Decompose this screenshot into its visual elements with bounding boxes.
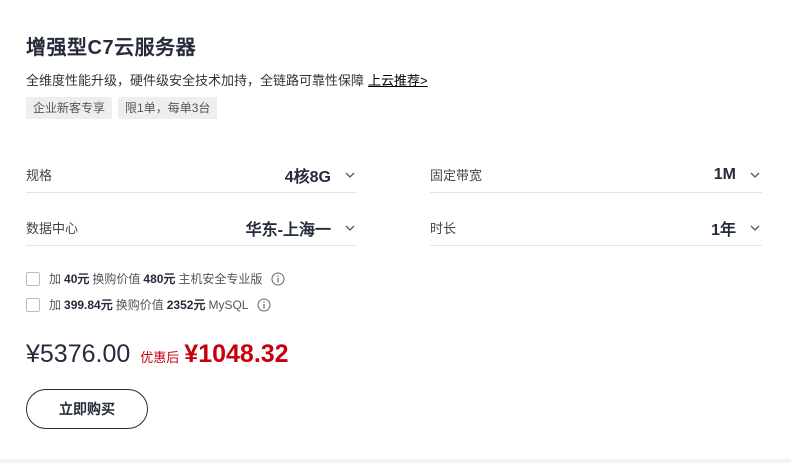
addon-mysql: 加 399.84元 换购价值 2352元 MySQL: [26, 296, 271, 313]
addon-mid: 换购价值: [92, 272, 141, 286]
product-subtitle: 全维度性能升级，硬件级安全技术加持，全链路可靠性保障 上云推荐>: [26, 70, 428, 89]
tag-list: 企业新客专享 限1单，每单3台: [26, 97, 218, 119]
cloud-recommend-link[interactable]: 上云推荐>: [368, 73, 428, 88]
buy-now-button[interactable]: 立即购买: [26, 389, 148, 429]
tag-limit: 限1单，每单3台: [118, 97, 218, 119]
info-icon[interactable]: [271, 272, 285, 286]
addon-value: 480元: [143, 272, 176, 286]
tag-enterprise-new: 企业新客专享: [26, 97, 113, 119]
addon-prefix: 加: [49, 272, 62, 286]
addon-name: 主机安全专业版: [178, 272, 263, 286]
datacenter-value: 华东-上海一: [245, 221, 331, 239]
original-price: ¥5376.00: [26, 340, 131, 368]
addon-prefix: 加: [49, 298, 62, 312]
info-icon[interactable]: [257, 298, 271, 312]
duration-value: 1年: [711, 221, 736, 239]
bandwidth-label: 固定带宽: [430, 168, 483, 183]
chevron-down-icon: [345, 223, 355, 233]
addon-host-security: 加 40元 换购价值 480元 主机安全专业版: [26, 270, 285, 287]
bandwidth-select[interactable]: 固定带宽 1M: [430, 157, 762, 193]
datacenter-label: 数据中心: [26, 221, 79, 236]
product-title: 增强型C7云服务器: [26, 37, 197, 59]
final-price: ¥1048.32: [184, 340, 289, 368]
addon-host-security-checkbox[interactable]: [26, 271, 40, 286]
bandwidth-value: 1M: [713, 165, 736, 183]
addon-mid: 换购价值: [115, 298, 164, 312]
chevron-down-icon: [750, 170, 760, 180]
product-card: 增强型C7云服务器 全维度性能升级，硬件级安全技术加持，全链路可靠性保障 上云推荐…: [0, 0, 791, 459]
duration-select[interactable]: 时长 1年: [430, 210, 762, 246]
subtitle-text: 全维度性能升级，硬件级安全技术加持，全链路可靠性保障: [26, 73, 365, 88]
spec-value: 4核8G: [284, 168, 331, 186]
discount-label: 优惠后: [140, 350, 180, 365]
datacenter-select[interactable]: 数据中心 华东-上海一: [26, 210, 357, 246]
duration-label: 时长: [430, 221, 457, 236]
addon-value: 2352元: [166, 298, 206, 312]
addon-mysql-checkbox[interactable]: [26, 297, 40, 312]
spec-select[interactable]: 规格 4核8G: [26, 157, 357, 193]
addon-price: 40元: [64, 272, 90, 286]
addon-name: MySQL: [208, 297, 249, 312]
price-row: ¥5376.00 优惠后 ¥1048.32: [26, 340, 289, 369]
addon-price: 399.84元: [64, 298, 113, 312]
chevron-down-icon: [345, 170, 355, 180]
chevron-down-icon: [750, 223, 760, 233]
spec-label: 规格: [26, 168, 53, 183]
